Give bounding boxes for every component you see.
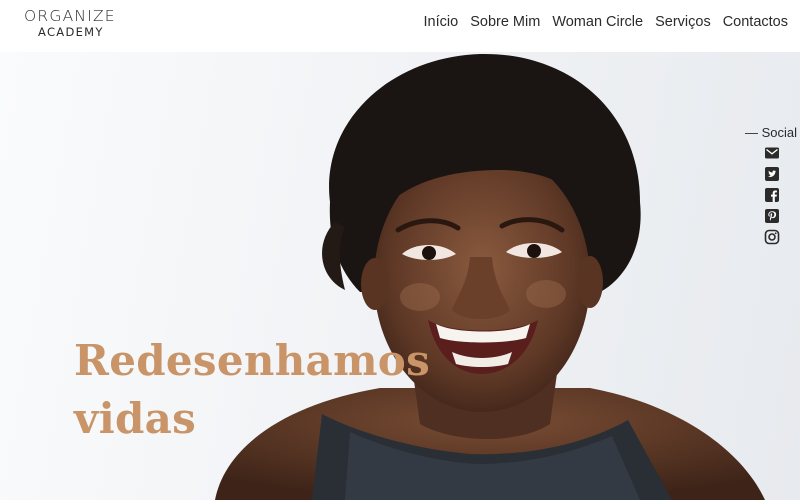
pinterest-icon[interactable]: [764, 208, 780, 224]
social-icons: [764, 145, 780, 250]
instagram-icon[interactable]: [764, 229, 780, 245]
nav-servicos[interactable]: Serviços: [655, 13, 711, 31]
social-sidebar: — Social: [727, 125, 797, 245]
facebook-icon[interactable]: [764, 187, 780, 203]
hero-headline-line2: vidas: [74, 394, 197, 443]
social-label: — Social: [744, 125, 797, 140]
logo-sub-text: ACADEMY: [38, 25, 104, 39]
hero-headline-line1: Redesenhamos: [74, 336, 431, 385]
nav-inicio[interactable]: Início: [424, 13, 459, 31]
logo-main-text: ORGANIZE: [24, 7, 116, 25]
hero-headline: Redesenhamos vidas: [74, 332, 430, 448]
nav-woman-circle[interactable]: Woman Circle: [552, 13, 643, 31]
site-header: ORGANIZE ACADEMY Início Sobre Mim Woman …: [0, 0, 800, 52]
twitter-icon[interactable]: [764, 166, 780, 182]
logo[interactable]: ORGANIZE ACADEMY: [24, 7, 124, 43]
nav-sobre-mim[interactable]: Sobre Mim: [470, 13, 540, 31]
nav-contactos[interactable]: Contactos: [723, 13, 788, 31]
email-icon[interactable]: [764, 145, 780, 161]
hero-section: Redesenhamos vidas: [0, 52, 800, 500]
main-nav: Início Sobre Mim Woman Circle Serviços C…: [424, 13, 788, 31]
